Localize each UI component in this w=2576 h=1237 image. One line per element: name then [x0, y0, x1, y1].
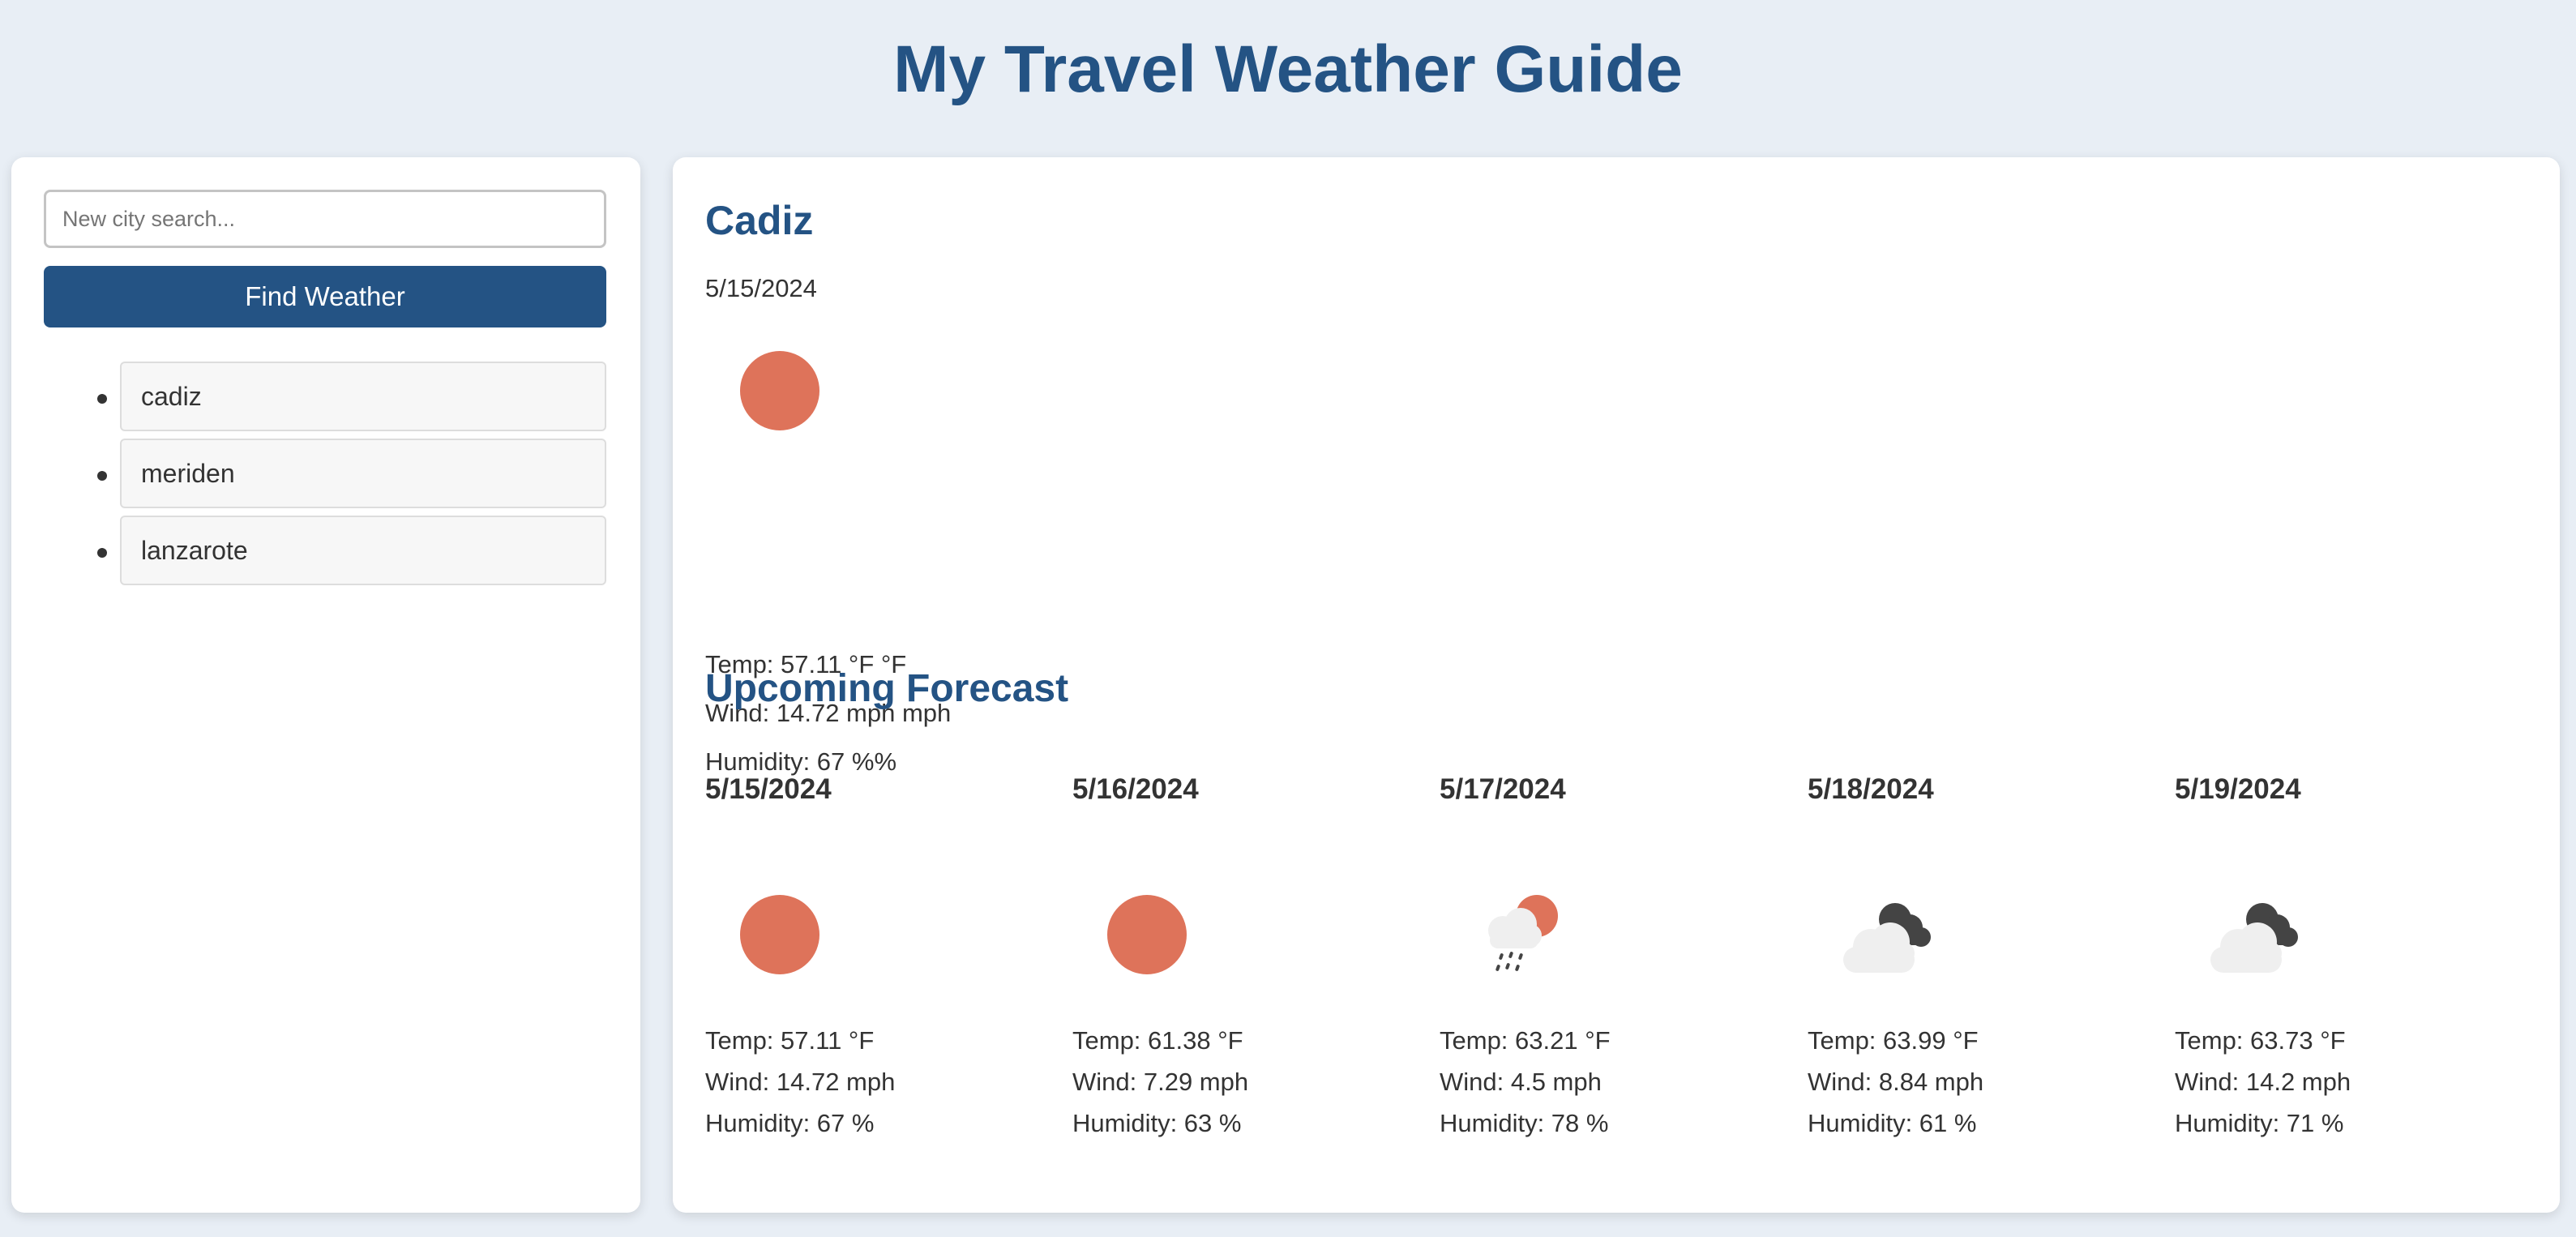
sun-rain-icon [1488, 895, 1558, 971]
forecast-temp: Temp: 63.73 °F [2175, 1026, 2346, 1055]
forecast-temp: Temp: 61.38 °F [1072, 1026, 1243, 1055]
clear-sun-icon [1107, 895, 1187, 974]
history-list-item: lanzarote [44, 516, 606, 593]
forecast-wind: Wind: 4.5 mph [1440, 1068, 1602, 1096]
list-bullet [97, 548, 107, 558]
forecast-humidity: Humidity: 78 % [1440, 1109, 1609, 1137]
forecast-date: 5/16/2024 [1072, 773, 1199, 805]
forecast-card: 5/17/2024 Temp: 63.21 °F Wind: 4.5 mph Hum… [1440, 157, 1780, 1213]
forecast-wind: Wind: 8.84 mph [1808, 1068, 1984, 1096]
forecast-humidity: Humidity: 63 % [1072, 1109, 1242, 1137]
forecast-date: 5/19/2024 [2175, 773, 2301, 805]
forecast-temp: Temp: 63.99 °F [1808, 1026, 1979, 1055]
forecast-date: 5/17/2024 [1440, 773, 1566, 805]
forecast-humidity: Humidity: 67 % [705, 1109, 875, 1137]
history-button-lanzarote[interactable]: lanzarote [120, 516, 606, 585]
find-weather-button[interactable]: Find Weather [44, 266, 606, 327]
weather-main-panel: Cadiz 5/15/2024 Temp: 57.11 °F °F Wind: … [673, 157, 2560, 1213]
forecast-card: 5/15/2024 Temp: 57.11 °F Wind: 14.72 mph H… [705, 157, 1046, 1213]
forecast-wind: Wind: 7.29 mph [1072, 1068, 1249, 1096]
history-button-cadiz[interactable]: cadiz [120, 362, 606, 431]
history-list-item: meriden [44, 439, 606, 516]
page-title: My Travel Weather Guide [893, 32, 1683, 106]
forecast-wind: Wind: 14.2 mph [2175, 1068, 2351, 1096]
forecast-humidity: Humidity: 71 % [2175, 1109, 2344, 1137]
list-bullet [97, 471, 107, 481]
forecast-temp: Temp: 57.11 °F [705, 1026, 875, 1055]
broken-clouds-icon [1843, 903, 1931, 973]
city-search-input[interactable] [44, 190, 606, 248]
forecast-card: 5/18/2024 Temp: 63.99 °F Wind: 8.84 mph Hu… [1808, 157, 2148, 1213]
forecast-date: 5/18/2024 [1808, 773, 1934, 805]
list-bullet [97, 394, 107, 404]
history-button-meriden[interactable]: meriden [120, 439, 606, 508]
forecast-wind: Wind: 14.72 mph [705, 1068, 896, 1096]
clear-sun-icon [740, 895, 819, 974]
forecast-card: 5/16/2024 Temp: 61.38 °F Wind: 7.29 mph Hu… [1072, 157, 1413, 1213]
history-list-item: cadiz [44, 362, 606, 439]
forecast-humidity: Humidity: 61 % [1808, 1109, 1977, 1137]
search-history-list: cadiz meriden lanzarote [44, 362, 606, 593]
broken-clouds-icon [2210, 903, 2298, 973]
forecast-card: 5/19/2024 Temp: 63.73 °F Wind: 14.2 mph Hu… [2175, 157, 2515, 1213]
forecast-date: 5/15/2024 [705, 773, 832, 805]
search-sidebar: Find Weather cadiz meriden lanzarote [11, 157, 640, 1213]
forecast-temp: Temp: 63.21 °F [1440, 1026, 1611, 1055]
